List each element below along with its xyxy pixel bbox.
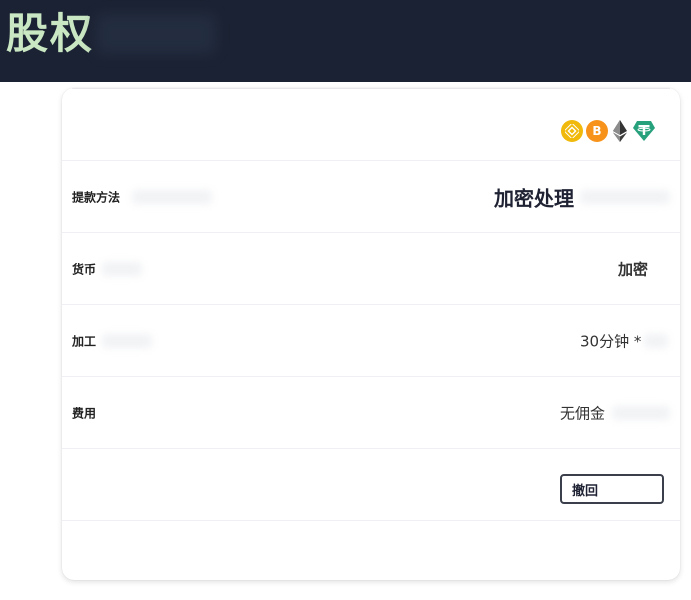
withdrawal-method-label: 提款方法 (72, 190, 121, 205)
divider (62, 520, 680, 521)
blur-decor (102, 262, 142, 276)
row-withdrawal-method: 提款方法 加密处理 (62, 160, 680, 233)
processing-value: 30分钟 * (580, 332, 642, 351)
row-currency: 货币 加密 (62, 232, 680, 305)
withdrawal-method-value: 加密处理 (494, 186, 574, 211)
processing-label: 加工 (72, 334, 97, 349)
bitcoin-icon: B (586, 120, 608, 142)
row-processing: 加工 30分钟 * (62, 304, 680, 377)
withdrawal-card: B 提款方法 加密处理 货币 加密 加工 30分钟 * 费用 无佣金 撤回 (62, 88, 680, 580)
blurred-title-suffix (96, 14, 216, 54)
blur-decor (580, 190, 670, 204)
blur-decor (102, 334, 152, 348)
payment-icons: B (561, 120, 656, 142)
row-fee: 费用 无佣金 (62, 376, 680, 449)
fee-label: 费用 (72, 406, 97, 421)
ethereum-icon (611, 120, 629, 142)
blur-decor (612, 406, 670, 420)
blur-decor (644, 334, 668, 348)
bnb-icon (561, 120, 583, 142)
revoke-button[interactable]: 撤回 (560, 474, 664, 504)
currency-label: 货币 (72, 262, 97, 277)
page-title: 股权 (6, 9, 95, 58)
header-bar: 股权 (0, 0, 691, 82)
divider (72, 88, 670, 89)
fee-value: 无佣金 (560, 404, 606, 423)
tether-icon (632, 120, 656, 142)
currency-value: 加密 (618, 260, 649, 279)
blur-decor (132, 190, 212, 204)
